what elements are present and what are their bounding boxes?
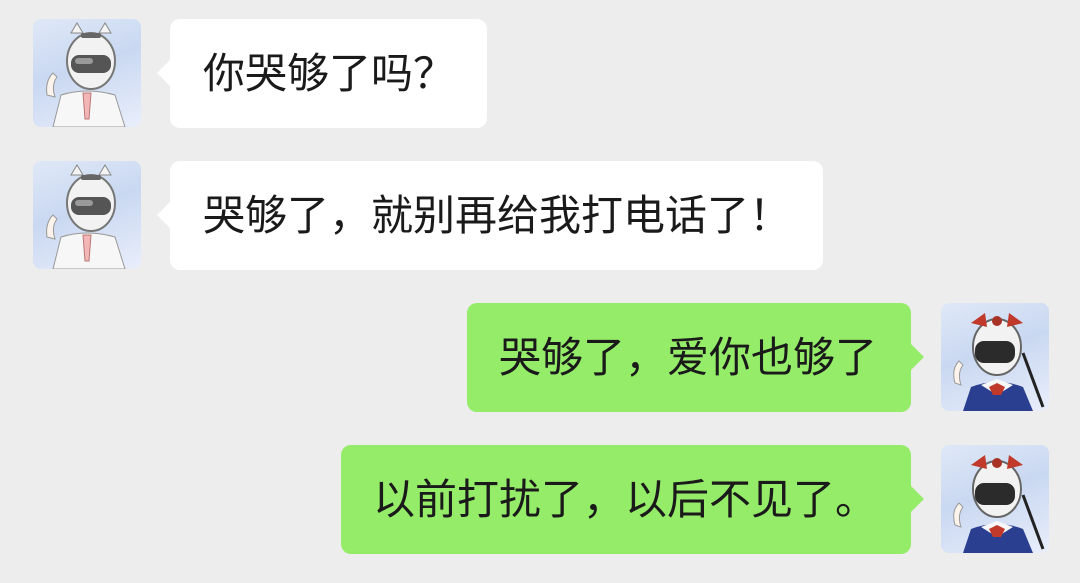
- self-avatar[interactable]: [941, 303, 1049, 411]
- message-bubble-outgoing[interactable]: 以前打扰了，以后不见了。: [340, 445, 925, 554]
- message-row-outgoing: 以前打扰了，以后不见了。: [0, 445, 1080, 555]
- contact-avatar[interactable]: [33, 19, 141, 127]
- message-bubble-incoming[interactable]: 你哭够了吗？: [156, 19, 488, 128]
- helmet-cat-avatar-icon: [46, 22, 126, 127]
- helmet-bow-avatar-icon: [953, 455, 1045, 553]
- message-bubble-outgoing[interactable]: 哭够了，爱你也够了: [466, 303, 925, 412]
- self-avatar[interactable]: [941, 445, 1049, 553]
- message-row-outgoing: 哭够了，爱你也够了: [0, 303, 1080, 413]
- message-row-incoming: 哭够了，就别再给我打电话了！: [0, 161, 1080, 271]
- message-bubble-incoming[interactable]: 哭够了，就别再给我打电话了！: [156, 161, 824, 270]
- contact-avatar[interactable]: [33, 161, 141, 269]
- helmet-bow-avatar-icon: [953, 313, 1045, 411]
- message-row-incoming: 你哭够了吗？: [0, 19, 1080, 129]
- helmet-cat-avatar-icon: [46, 164, 126, 269]
